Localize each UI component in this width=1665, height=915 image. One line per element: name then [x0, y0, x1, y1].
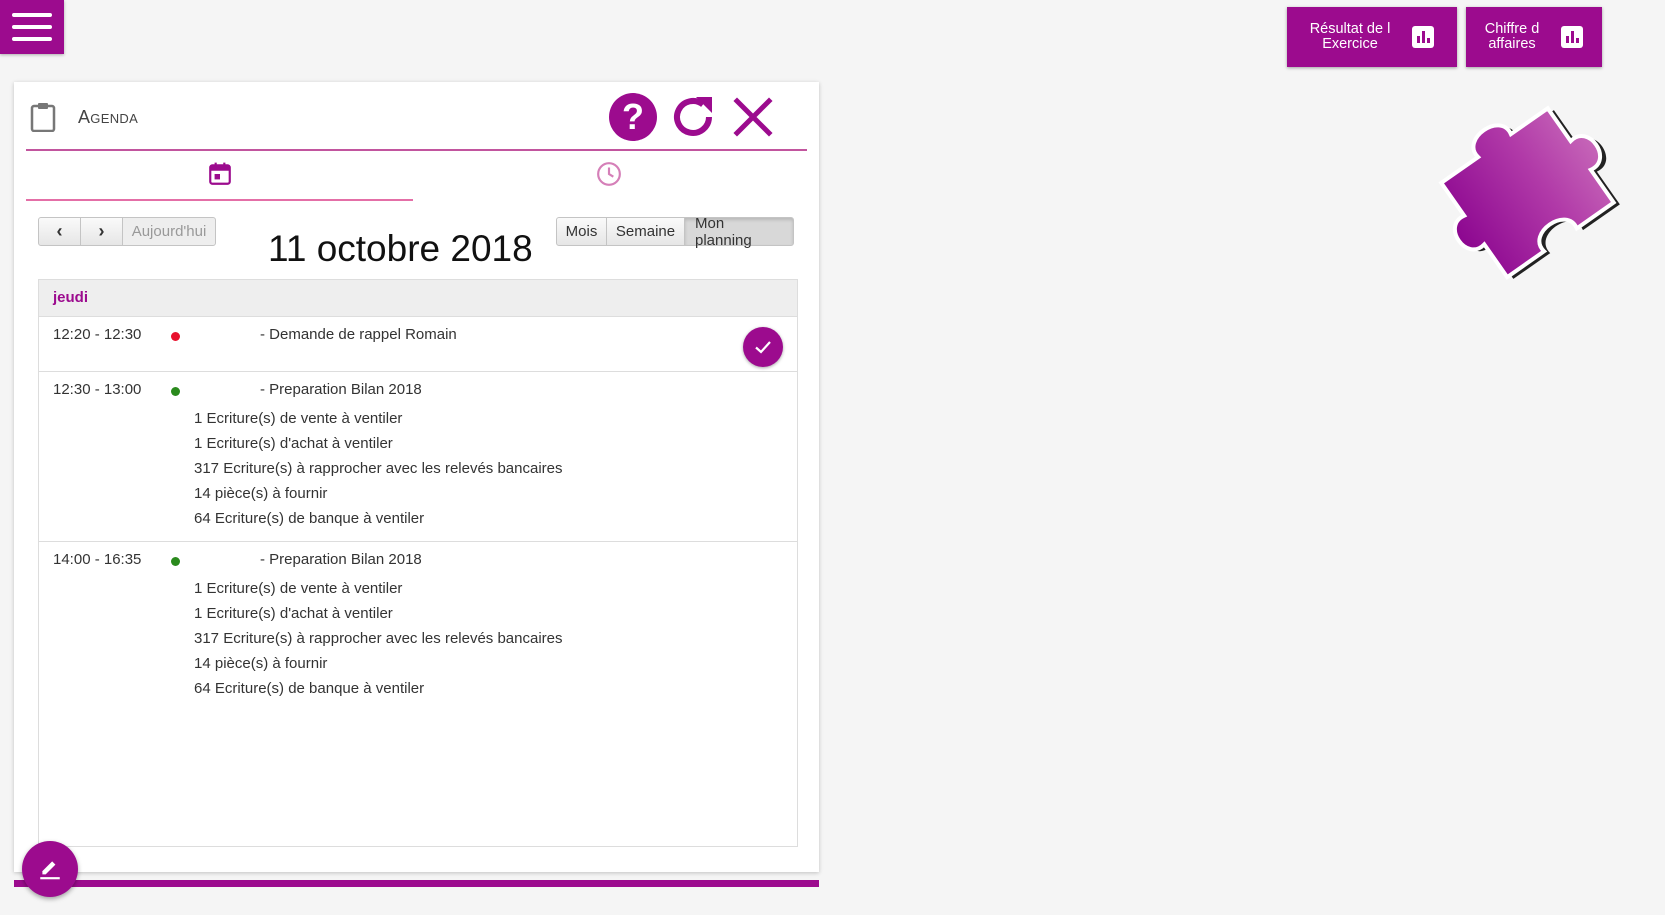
- check-icon: [755, 341, 771, 354]
- refresh-icon[interactable]: [668, 92, 718, 142]
- resultat-exercice-button[interactable]: Résultat de l Exercice: [1287, 7, 1457, 67]
- day-header: jeudi: [39, 280, 797, 317]
- event-detail-line: 64 Ecriture(s) de banque à ventiler: [194, 510, 425, 527]
- clock-icon: [596, 162, 621, 186]
- event-row[interactable]: 14:00 - 16:35 - Preparation Bilan 2018 1…: [39, 542, 797, 711]
- event-row[interactable]: 12:20 - 12:30 - Demande de rappel Romain: [39, 317, 797, 372]
- tab-calendar[interactable]: [26, 149, 413, 201]
- prev-button[interactable]: ‹: [38, 217, 81, 246]
- event-time: 12:30 - 13:00: [53, 381, 142, 398]
- agenda-title: Agenda: [78, 107, 139, 127]
- event-detail-line: 14 pièce(s) à fournir: [194, 655, 328, 672]
- event-title: - Preparation Bilan 2018: [260, 551, 422, 568]
- view-month-button[interactable]: Mois: [556, 217, 607, 246]
- planning-list: jeudi 12:20 - 12:30 - Demande de rappel …: [38, 279, 798, 847]
- agenda-header: Agenda ?: [26, 82, 807, 151]
- event-title: - Demande de rappel Romain: [260, 326, 457, 343]
- event-detail-line: 1 Ecriture(s) de vente à ventiler: [194, 410, 403, 427]
- agenda-tabs: [26, 149, 807, 201]
- view-my-planning-button[interactable]: Mon planning: [684, 215, 794, 249]
- today-button[interactable]: Aujourd'hui: [122, 217, 216, 246]
- puzzle-piece-icon: [1438, 105, 1620, 280]
- close-icon[interactable]: [728, 92, 778, 142]
- hamburger-icon: [12, 13, 52, 17]
- card-bottom-bar: [14, 880, 819, 887]
- hamburger-menu-button[interactable]: [0, 0, 64, 54]
- kpi-label-line2: affaires: [1488, 36, 1536, 52]
- event-detail-line: 14 pièce(s) à fournir: [194, 485, 328, 502]
- calendar-toolbar: ‹ › Aujourd'hui 11 octobre 2018 Mois Sem…: [38, 215, 796, 269]
- chiffre-affaires-button[interactable]: Chiffre d affaires: [1466, 7, 1602, 67]
- bar-chart-icon: [1561, 26, 1584, 48]
- nav-button-group: ‹ › Aujourd'hui: [38, 217, 216, 246]
- view-button-group: Mois Semaine Mon planning: [556, 215, 794, 249]
- clipboard-icon: [30, 103, 56, 132]
- calendar-icon: [208, 162, 231, 185]
- view-week-button[interactable]: Semaine: [606, 217, 685, 246]
- help-icon[interactable]: ?: [608, 92, 658, 142]
- event-row[interactable]: 12:30 - 13:00 - Preparation Bilan 2018 1…: [39, 372, 797, 542]
- kpi-label-line1: Résultat de l: [1309, 21, 1391, 37]
- event-detail-line: 1 Ecriture(s) d'achat à ventiler: [194, 435, 393, 452]
- tab-clock[interactable]: [415, 149, 802, 199]
- event-detail-line: 317 Ecriture(s) à rapprocher avec les re…: [194, 460, 563, 477]
- kpi-label-line1: Chiffre d: [1484, 21, 1540, 37]
- bar-chart-icon: [1412, 26, 1435, 48]
- event-detail-line: 64 Ecriture(s) de banque à ventiler: [194, 680, 425, 697]
- event-time: 12:20 - 12:30: [53, 326, 142, 343]
- event-status-dot: [171, 387, 180, 396]
- svg-text:?: ?: [622, 96, 644, 137]
- event-detail-line: 317 Ecriture(s) à rapprocher avec les re…: [194, 630, 563, 647]
- event-detail-line: 1 Ecriture(s) de vente à ventiler: [194, 580, 403, 597]
- next-button[interactable]: ›: [80, 217, 123, 246]
- kpi-label-line2: Exercice: [1322, 36, 1378, 52]
- event-status-dot: [171, 332, 180, 341]
- event-detail-line: 1 Ecriture(s) d'achat à ventiler: [194, 605, 393, 622]
- pencil-icon: [40, 861, 60, 880]
- event-title: - Preparation Bilan 2018: [260, 381, 422, 398]
- agenda-card: Agenda ? ‹ › Aujourd'hui 11 octobre 2018…: [14, 82, 819, 872]
- event-time: 14:00 - 16:35: [53, 551, 142, 568]
- event-status-dot: [171, 557, 180, 566]
- current-date-title: 11 octobre 2018: [268, 228, 533, 269]
- edit-fab-button[interactable]: [22, 841, 78, 897]
- mark-done-button[interactable]: [743, 327, 783, 367]
